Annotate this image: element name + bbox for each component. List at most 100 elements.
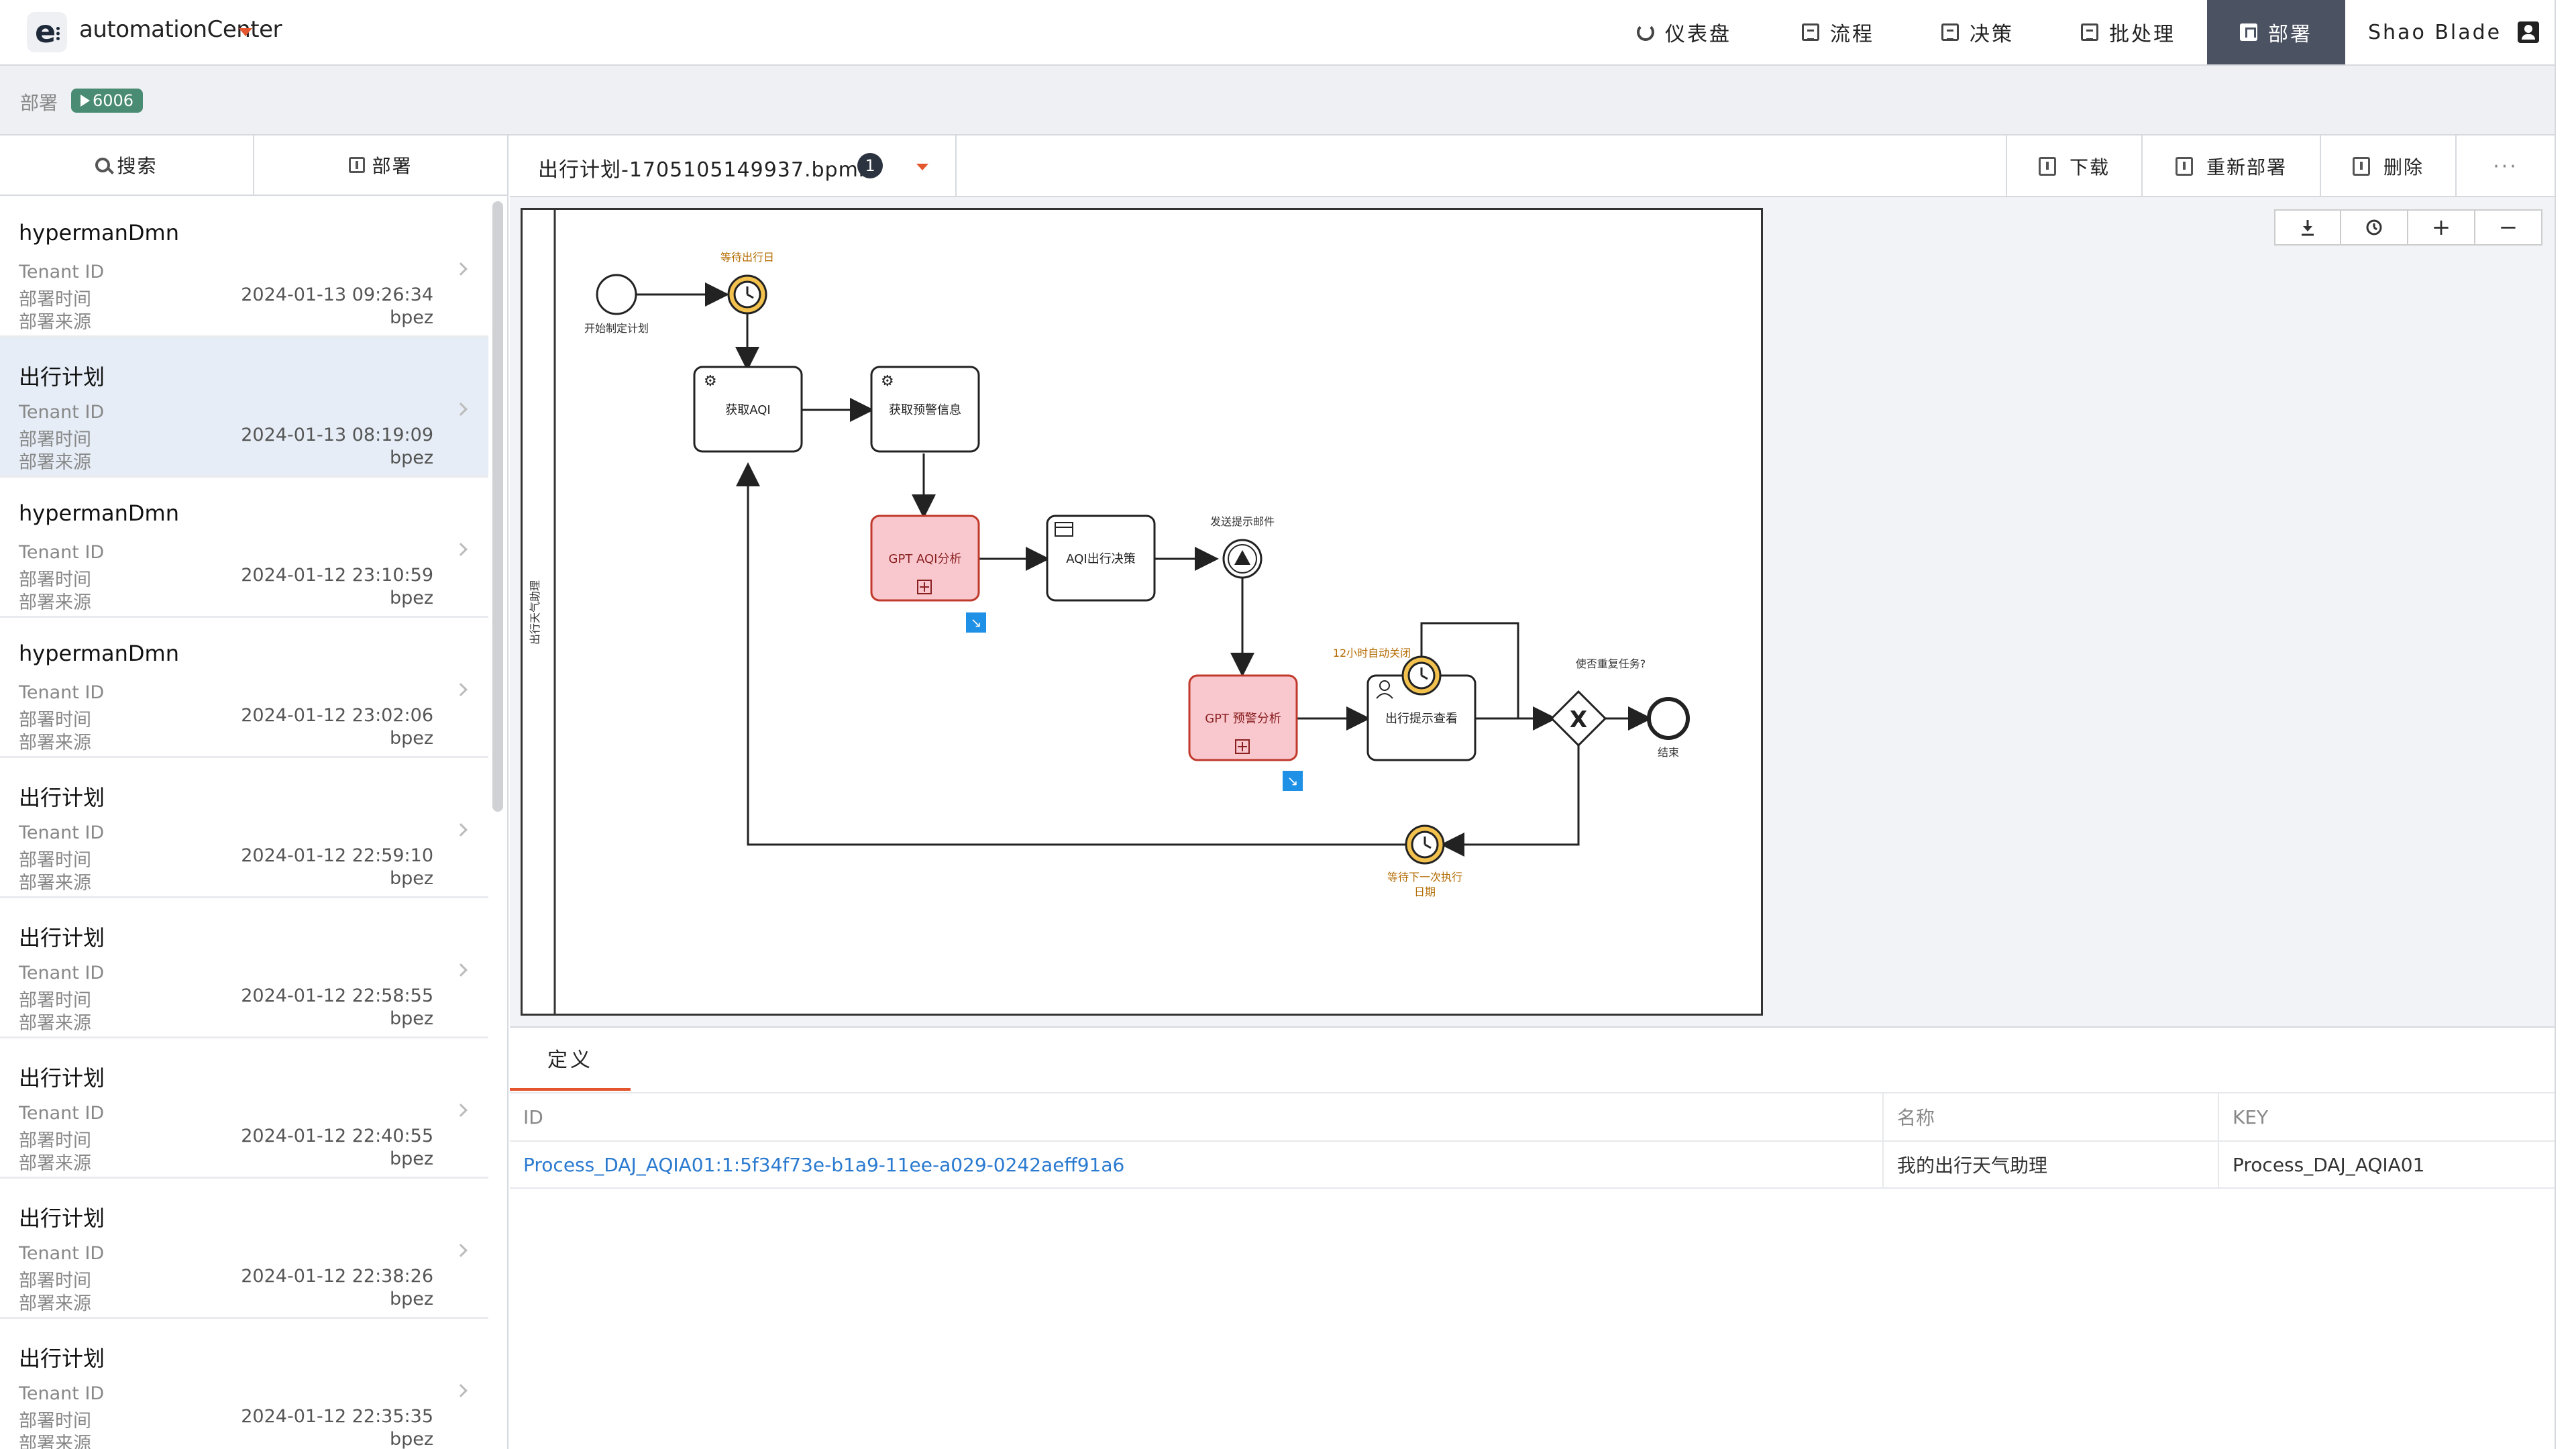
list-item[interactable]: 出行计划 Tenant ID 部署时间 部署来源 2024-01-12 22:40:55… [0,1038,488,1179]
app-logo[interactable]: e [27,12,67,52]
tab-search[interactable]: 搜索 [0,136,253,195]
timer-wait-date-label: 等待出行日 [720,251,774,264]
file-toolbar: 出行计划-1705105149937.bpmn 1 下载 重新部署 删除 ··· [510,136,2555,197]
deploy-time-value: 2024-01-12 22:59:10 [241,845,433,866]
tenant-id-label: Tenant ID [19,822,105,843]
deploy-upload-icon [349,157,366,173]
nav-process-label: 流程 [1830,23,1874,46]
task-get-warning-label: 获取预警信息 [889,403,961,417]
deployment-name: hypermanDmn [19,500,179,526]
timer-auto-close-event [1401,655,1442,696]
definition-table-header: ID 名称 KEY [510,1092,2555,1140]
user-name: Shao Blade [2368,20,2502,44]
deploy-source-value: bpez [389,868,433,889]
window-right-edge [2555,0,2576,1449]
redeploy-button[interactable]: 重新部署 [2141,136,2320,197]
timer-auto-close-label: 12小时自动关闭 [1333,647,1411,659]
tab-search-label: 搜索 [117,155,158,177]
deploy-source-label: 部署来源 [19,592,91,613]
deploy-source-value: bpez [389,1289,433,1309]
chevron-right-icon [454,262,468,276]
deployment-name: hypermanDmn [19,220,179,246]
deploy-time-value: 2024-01-12 22:40:55 [241,1126,433,1146]
bpmn-canvas[interactable]: 出行天气助理 开始制定计划 等待出行日 ⚙ 获取AQI ⚙ 获取预警信息 GPT… [510,197,2555,1026]
column-header-id: ID [523,1106,543,1128]
trash-icon [2352,157,2370,176]
nav-deploy[interactable]: 部署 [2207,0,2345,64]
tab-deploy-label: 部署 [372,155,413,177]
nav-decision[interactable]: 决策 [1941,0,2029,64]
file-dropdown-caret-icon[interactable] [916,164,928,170]
list-item[interactable]: 出行计划 Tenant ID 部署时间 部署来源 2024-01-12 22:59:10… [0,758,488,898]
tab-deploy[interactable]: 部署 [253,136,507,195]
definition-key: Process_DAJ_AQIA01 [2218,1142,2555,1187]
chevron-right-icon [454,683,468,696]
deploy-time-value: 2024-01-12 22:38:26 [241,1266,433,1287]
list-item[interactable]: hypermanDmn Tenant ID 部署时间 部署来源 2024-01-13 0… [0,197,488,337]
task-gpt-aqi-label: GPT AQI分析 [889,552,962,566]
list-item[interactable]: 出行计划 Tenant ID 部署时间 部署来源 2024-01-13 08:19:09… [0,337,488,478]
list-item[interactable]: hypermanDmn Tenant ID 部署时间 部署来源 2024-01-12 2… [0,478,488,618]
search-icon [95,158,111,172]
tenant-id-label: Tenant ID [19,402,105,423]
top-navigation-bar: e automationCenter 仪表盘 流程 决策 批处理 部署 Shao… [0,0,2555,66]
deployment-name: 出行计划 [19,1205,105,1231]
canvas-zoom-in-button[interactable]: + [2408,209,2475,246]
deployment-name: hypermanDmn [19,641,179,666]
port-badge-label: 6006 [93,91,134,110]
gear-icon: ⚙ [881,373,894,390]
gear-icon: ⚙ [704,373,717,390]
gateway-x-icon: X [1570,706,1587,733]
deployment-name: 出行计划 [19,1065,105,1091]
list-item[interactable]: hypermanDmn Tenant ID 部署时间 部署来源 2024-01-12 2… [0,618,488,758]
tab-definition[interactable]: 定义 [510,1028,631,1091]
svg-text:↘: ↘ [1287,773,1299,789]
redeploy-icon [2175,157,2193,176]
tenant-id-label: Tenant ID [19,542,105,563]
download-button[interactable]: 下载 [2006,136,2141,197]
deployment-list: hypermanDmn Tenant ID 部署时间 部署来源 2024-01-13 0… [0,197,488,1449]
nav-decision-label: 决策 [1970,23,2014,46]
download-file-icon [2038,157,2056,176]
delete-button[interactable]: 删除 [2320,136,2455,197]
end-event [1647,697,1690,740]
tenant-id-label: Tenant ID [19,1243,105,1264]
chevron-right-icon [454,963,468,977]
list-item[interactable]: 出行计划 Tenant ID 部署时间 部署来源 2024-01-12 22:58:55… [0,898,488,1038]
tenant-id-label: Tenant ID [19,682,105,703]
sidebar-scrollbar[interactable] [492,201,503,812]
list-item[interactable]: 出行计划 Tenant ID 部署时间 部署来源 2024-01-12 22:38:26… [0,1179,488,1319]
deployment-sidebar: 搜索 部署 hypermanDmn Tenant ID 部署时间 部署来源 2024-0… [0,136,508,1449]
nav-process[interactable]: 流程 [1802,0,1889,64]
definition-panel: 定义 ID 名称 KEY Process_DAJ_AQIA01:1:5f34f7… [510,1026,2555,1449]
canvas-download-button[interactable] [2274,209,2341,246]
play-icon [80,95,90,107]
process-icon [1802,23,1819,41]
tenant-id-label: Tenant ID [19,1103,105,1124]
task-gpt-warning-label: GPT 预警分析 [1205,712,1281,726]
timer-wait-date-event [727,274,767,315]
deploy-source-value: bpez [389,1008,433,1029]
list-item[interactable]: 出行计划 Tenant ID 部署时间 部署来源 2024-01-12 22:35:35… [0,1319,488,1449]
bpmn-diagram[interactable]: 出行天气助理 开始制定计划 等待出行日 ⚙ 获取AQI ⚙ 获取预警信息 GPT… [521,208,1763,1016]
canvas-reset-button[interactable] [2341,209,2408,246]
more-button[interactable]: ··· [2455,136,2555,197]
app-switcher-caret-icon[interactable] [239,28,252,36]
delete-label: 删除 [2383,156,2424,178]
download-icon [2302,220,2314,236]
more-icon: ··· [2493,154,2518,178]
definition-name: 我的出行天气助理 [1882,1142,2218,1187]
dashboard-icon [1637,23,1654,41]
nav-batch[interactable]: 批处理 [2081,0,2195,64]
deploy-source-label: 部署来源 [19,312,91,333]
bpmn-diagram-svg: 出行天气助理 开始制定计划 等待出行日 ⚙ 获取AQI ⚙ 获取预警信息 GPT… [529,210,1690,1014]
file-name[interactable]: 出行计划-1705105149937.bpmn [538,153,872,182]
definition-id-link[interactable]: Process_DAJ_AQIA01:1:5f34f73e-b1a9-11ee-… [510,1154,1882,1176]
nav-dashboard[interactable]: 仪表盘 [1637,0,1751,64]
chevron-right-icon [454,823,468,837]
user-menu[interactable]: Shao Blade [2368,0,2540,64]
deploy-source-value: bpez [389,1429,433,1449]
business-rule-icon [1055,522,1073,537]
canvas-zoom-out-button[interactable]: − [2475,209,2542,246]
end-event-label: 结束 [1658,746,1679,759]
